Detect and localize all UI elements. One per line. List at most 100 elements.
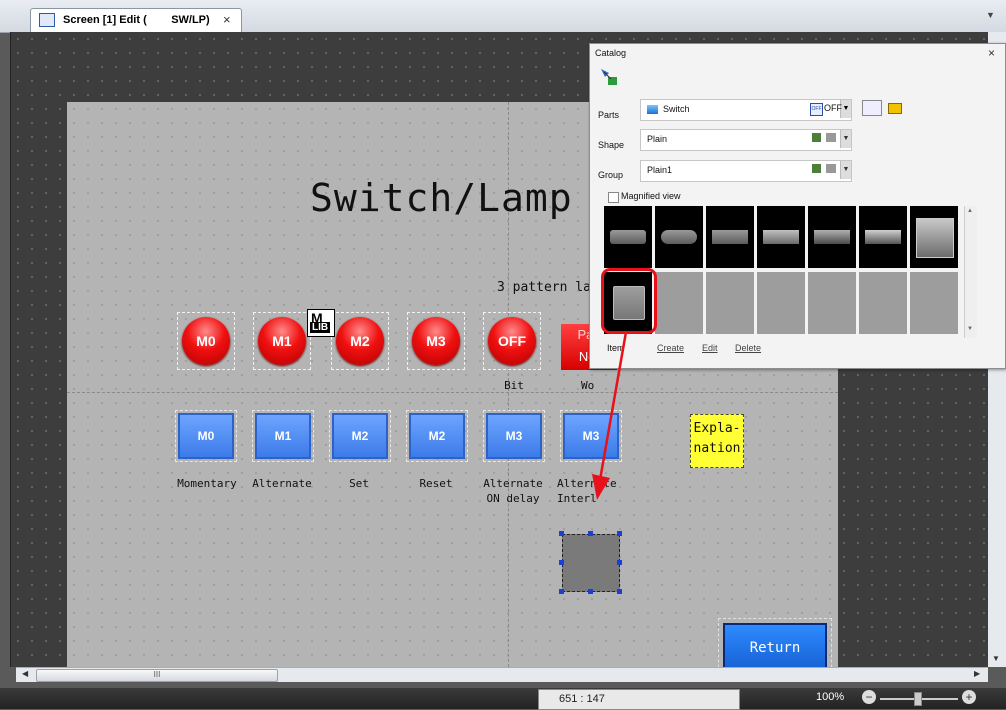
catalog-item-grid[interactable] <box>604 206 964 338</box>
shape-preview <box>865 230 901 244</box>
catalog-item-empty[interactable] <box>706 272 754 334</box>
lamp-m0[interactable]: M0 <box>177 312 235 370</box>
switch-label-alternate-on-delay: Alternate ON delay <box>483 477 543 505</box>
chevron-down-icon[interactable]: ▼ <box>840 130 851 148</box>
switch-alternate-interlock[interactable]: M3 <box>560 410 622 462</box>
catalog-item-empty[interactable] <box>757 272 805 334</box>
item-label: Item <box>607 343 625 353</box>
group-value: Plain1 <box>647 165 673 175</box>
switch-set[interactable]: M2 <box>329 410 391 462</box>
center-guide-horizontal <box>67 392 838 393</box>
lamp-label-word: Wo <box>581 379 595 392</box>
resize-handle-sw[interactable] <box>559 589 564 594</box>
parts-catalog-tool-icon[interactable] <box>600 68 618 86</box>
new-switch-placed[interactable] <box>562 534 620 592</box>
zoom-level: 100% <box>816 691 845 703</box>
catalog-window[interactable]: Catalog × Parts Switch ▼ OFF OFF ▼ Shape… <box>589 43 1006 369</box>
tab-list-dropdown-icon[interactable]: ▼ <box>986 10 995 20</box>
catalog-item-empty[interactable] <box>808 272 856 334</box>
catalog-item[interactable] <box>757 206 805 268</box>
chevron-down-icon[interactable]: ▼ <box>840 161 851 179</box>
resize-handle-se[interactable] <box>617 589 622 594</box>
lamp-label: OFF <box>488 317 536 365</box>
library-view-icon[interactable] <box>862 100 882 116</box>
create-link[interactable]: Create <box>657 343 684 353</box>
explanation-line2: nation <box>693 441 741 456</box>
switch-momentary[interactable]: M0 <box>175 410 237 462</box>
switch-label: M2 <box>332 413 388 459</box>
shape-preview <box>712 230 748 244</box>
scroll-right-icon[interactable]: ▶ <box>974 669 980 678</box>
resize-handle-e[interactable] <box>617 560 622 565</box>
switch-label: M3 <box>486 413 542 459</box>
scroll-down-icon[interactable]: ▼ <box>967 326 973 332</box>
catalog-item-empty[interactable] <box>910 272 958 334</box>
catalog-item[interactable] <box>910 206 958 268</box>
switch-label: M1 <box>255 413 311 459</box>
zoom-out-icon[interactable]: − <box>862 690 876 704</box>
print-group-icon[interactable] <box>826 164 836 173</box>
switch-label: M0 <box>178 413 234 459</box>
shape-preview <box>916 218 954 258</box>
catalog-scrollbar[interactable]: ▲ ▼ <box>964 206 977 338</box>
lamp-off[interactable]: OFF <box>483 312 541 370</box>
resize-handle-ne[interactable] <box>617 531 622 536</box>
switch-label-reset: Reset <box>419 477 453 490</box>
cursor-coordinates-text: 651 : 147 <box>559 693 605 705</box>
folder-icon[interactable] <box>888 103 902 114</box>
lamp-m2[interactable]: M2 <box>331 312 389 370</box>
off-state-badge: OFF <box>810 103 823 116</box>
switch-label-set: Set <box>349 477 369 490</box>
mlib-badge-bottom: LIB <box>310 322 331 333</box>
save-shape-icon[interactable] <box>812 133 821 142</box>
return-button[interactable]: Return <box>723 623 827 673</box>
tab-title: Screen [1] Edit ( SW/LP) <box>63 14 210 26</box>
tab-close-icon[interactable]: × <box>223 12 231 27</box>
explanation-button[interactable]: Expla- nation <box>690 414 744 468</box>
catalog-item-empty[interactable] <box>655 272 703 334</box>
catalog-item[interactable] <box>604 206 652 268</box>
lamp-m1[interactable]: M1 <box>253 312 311 370</box>
shape-value: Plain <box>647 134 668 144</box>
switch-label: M2 <box>409 413 465 459</box>
state-dropdown-icon[interactable]: ▼ <box>842 100 850 118</box>
catalog-close-icon[interactable]: × <box>988 46 995 60</box>
switch-alternate-on-delay[interactable]: M3 <box>483 410 545 462</box>
status-bar: 651 : 147 100% − + <box>0 688 1006 710</box>
scroll-left-icon[interactable]: ◀ <box>22 669 28 678</box>
catalog-item[interactable] <box>655 206 703 268</box>
catalog-item-empty[interactable] <box>859 272 907 334</box>
zoom-in-icon[interactable]: + <box>962 690 976 704</box>
lamp-label-bit: Bit <box>504 379 524 392</box>
magnified-view-checkbox[interactable] <box>608 192 619 203</box>
resize-handle-nw[interactable] <box>559 531 564 536</box>
lamp-m3[interactable]: M3 <box>407 312 465 370</box>
catalog-item[interactable] <box>808 206 856 268</box>
parts-label: Parts <box>598 110 620 120</box>
delete-link[interactable]: Delete <box>735 343 761 353</box>
resize-handle-n[interactable] <box>588 531 593 536</box>
tab-screen-edit[interactable]: Screen [1] Edit ( SW/LP) × <box>30 8 242 33</box>
switch-alternate[interactable]: M1 <box>252 410 314 462</box>
zoom-slider-thumb[interactable] <box>914 692 922 706</box>
switch-reset[interactable]: M2 <box>406 410 468 462</box>
off-state-text: OFF <box>824 103 842 113</box>
catalog-item[interactable] <box>706 206 754 268</box>
shape-preview <box>763 230 799 244</box>
catalog-item[interactable] <box>859 206 907 268</box>
print-shape-icon[interactable] <box>826 133 836 142</box>
horizontal-scrollbar[interactable]: ◀ III ▶ <box>16 667 988 682</box>
save-group-icon[interactable] <box>812 164 821 173</box>
catalog-title: Catalog <box>595 48 627 58</box>
resize-handle-w[interactable] <box>559 560 564 565</box>
scroll-down-icon[interactable]: ▼ <box>992 654 1000 663</box>
horizontal-scroll-thumb[interactable]: III <box>36 669 278 682</box>
shape-preview <box>610 230 646 244</box>
lamp-label: M3 <box>412 317 460 365</box>
resize-handle-s[interactable] <box>588 589 593 594</box>
lamp-label: M1 <box>258 317 306 365</box>
screen-title-text[interactable]: Switch/Lamp <box>310 176 573 220</box>
scroll-up-icon[interactable]: ▲ <box>967 208 973 214</box>
parts-value: Switch <box>663 104 690 114</box>
edit-link[interactable]: Edit <box>702 343 718 353</box>
